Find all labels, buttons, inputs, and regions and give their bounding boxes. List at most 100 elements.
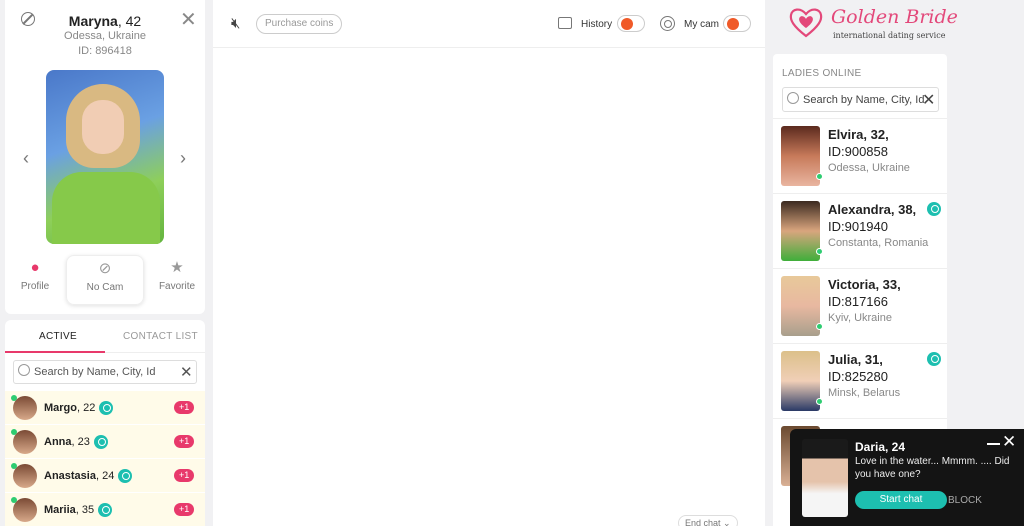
profile-card: ✕ Maryna, 42 Odessa, Ukraine ID: 896418 …	[5, 0, 205, 314]
lady-name-age: Elvira, 32,	[828, 127, 889, 142]
list-item[interactable]: Mariia, 35 +1	[5, 493, 205, 526]
lady-id: ID:825280	[828, 369, 888, 384]
block-button[interactable]: BLOCK	[948, 495, 982, 506]
end-chat-button[interactable]: End chat ⌄	[678, 515, 738, 526]
camera-icon	[99, 401, 114, 415]
history-icon	[558, 17, 572, 29]
no-camera-icon: ⊘	[98, 260, 112, 277]
online-dot	[816, 248, 823, 255]
contacts-card: ACTIVE CONTACT LIST Search by Name, City…	[5, 320, 205, 526]
profile-id: ID: 896418	[78, 45, 132, 57]
ladies-search-placeholder: Search by Name, City, Id	[803, 94, 925, 106]
chat-toolbar: 🔇︎ Purchase coins History My cam	[213, 0, 765, 48]
lady-id: ID:901940	[828, 219, 888, 234]
contact-name: Anastasia, 24	[44, 469, 133, 483]
history-toggle[interactable]	[617, 15, 645, 32]
start-chat-button[interactable]: Start chat	[855, 491, 947, 509]
no-cam-button[interactable]: ⊘ No Cam	[66, 255, 144, 305]
profile-button-label: Profile	[20, 281, 50, 292]
lady-card[interactable]: Alexandra, 38, ID:901940 Constanta, Roma…	[773, 193, 947, 267]
profile-actions: ● Profile ⊘ No Cam ★ Favorite	[5, 255, 205, 305]
online-dot	[11, 463, 17, 469]
contacts-tabs: ACTIVE CONTACT LIST	[5, 320, 205, 353]
person-icon: ●	[30, 259, 40, 276]
history-label: History	[581, 19, 613, 30]
list-item[interactable]: Anna, 23 +1	[5, 425, 205, 459]
unread-badge: +1	[174, 401, 195, 414]
tab-contact-list[interactable]: CONTACT LIST	[123, 331, 198, 342]
lady-name-age: Alexandra, 38,	[828, 202, 917, 217]
lady-card[interactable]: Julia, 31, ID:825280 Minsk, Belarus	[773, 343, 947, 417]
brand-name: Golden Bride	[831, 6, 958, 28]
tab-active[interactable]: ACTIVE	[39, 331, 77, 342]
online-dot	[11, 429, 17, 435]
brand-logo[interactable]: Golden Bride international dating servic…	[789, 4, 958, 44]
online-dot	[11, 395, 17, 401]
camera-icon	[927, 202, 941, 216]
lady-card[interactable]: Victoria, 33, ID:817166 Kyiv, Ukraine	[773, 268, 947, 342]
avatar	[13, 464, 37, 488]
lady-name-age: Julia, 31,	[828, 352, 883, 367]
left-panel: ✕ Maryna, 42 Odessa, Ukraine ID: 896418 …	[0, 0, 210, 526]
lady-id: ID:817166	[828, 294, 888, 309]
star-plus-icon: ★	[170, 259, 184, 276]
online-dot	[816, 323, 823, 330]
lady-photo	[781, 351, 820, 411]
mute-icon[interactable]: 🔇︎	[231, 15, 240, 32]
clear-search-icon[interactable]: ✕	[922, 90, 935, 110]
brand-tagline: international dating service	[833, 31, 946, 40]
contacts-search-input[interactable]: Search by Name, City, Id ✕	[13, 360, 197, 384]
minimize-icon[interactable]	[987, 443, 1000, 445]
webcam-icon	[660, 16, 675, 31]
avatar	[13, 396, 37, 420]
contacts-search-placeholder: Search by Name, City, Id	[34, 366, 156, 378]
favorite-button[interactable]: ★ Favorite	[149, 255, 205, 305]
incoming-message-popup[interactable]: Daria, 24 Love in the water... Mmmm. ...…	[790, 429, 1024, 526]
prev-arrow-icon[interactable]: ‹	[23, 148, 29, 169]
heart-logo-icon	[789, 8, 823, 38]
lady-id: ID:900858	[828, 144, 888, 159]
camera-icon	[927, 352, 941, 366]
lady-card[interactable]: Elvira, 32, ID:900858 Odessa, Ukraine	[773, 118, 947, 192]
camera-icon	[98, 503, 113, 517]
profile-button[interactable]: ● Profile	[7, 255, 63, 305]
camera-icon	[118, 469, 133, 483]
active-tab-indicator	[5, 351, 105, 353]
lady-name-age: Victoria, 33,	[828, 277, 901, 292]
contact-name: Margo, 22	[44, 401, 114, 415]
lady-location: Minsk, Belarus	[828, 387, 901, 399]
popup-avatar	[802, 439, 848, 517]
online-dot	[816, 173, 823, 180]
purchase-coins-button[interactable]: Purchase coins	[256, 14, 343, 34]
list-item[interactable]: Margo, 22 +1	[5, 391, 205, 425]
favorite-label: Favorite	[158, 281, 196, 292]
lady-photo	[781, 201, 820, 261]
online-dot	[11, 497, 17, 503]
contact-name: Mariia, 35	[44, 503, 113, 517]
my-cam-toggle[interactable]	[723, 15, 751, 32]
my-cam-label: My cam	[684, 19, 719, 30]
search-icon	[787, 92, 799, 104]
chat-area: 🔇︎ Purchase coins History My cam End cha…	[213, 0, 765, 526]
lady-photo	[781, 126, 820, 186]
clear-search-icon[interactable]: ✕	[180, 363, 193, 381]
ladies-search-input[interactable]: Search by Name, City, Id ✕	[782, 87, 939, 112]
avatar	[13, 430, 37, 454]
avatar	[13, 498, 37, 522]
lady-location: Constanta, Romania	[828, 237, 929, 249]
camera-icon	[93, 435, 108, 449]
next-arrow-icon[interactable]: ›	[180, 148, 186, 169]
unread-badge: +1	[174, 503, 195, 516]
lady-location: Kyiv, Ukraine	[828, 312, 892, 324]
close-icon[interactable]: ✕	[1002, 433, 1016, 450]
ladies-online-title: LADIES ONLINE	[782, 68, 862, 79]
contact-name: Anna, 23	[44, 435, 108, 449]
profile-photo[interactable]	[46, 70, 164, 244]
lady-photo	[781, 276, 820, 336]
popup-message: Love in the water... Mmmm. .... Did you …	[855, 456, 1010, 480]
list-item[interactable]: Anastasia, 24 +1	[5, 459, 205, 493]
unread-badge: +1	[174, 469, 195, 482]
profile-name: Maryna, 42	[68, 13, 142, 29]
lady-location: Odessa, Ukraine	[828, 162, 910, 174]
no-cam-label: No Cam	[86, 282, 124, 293]
